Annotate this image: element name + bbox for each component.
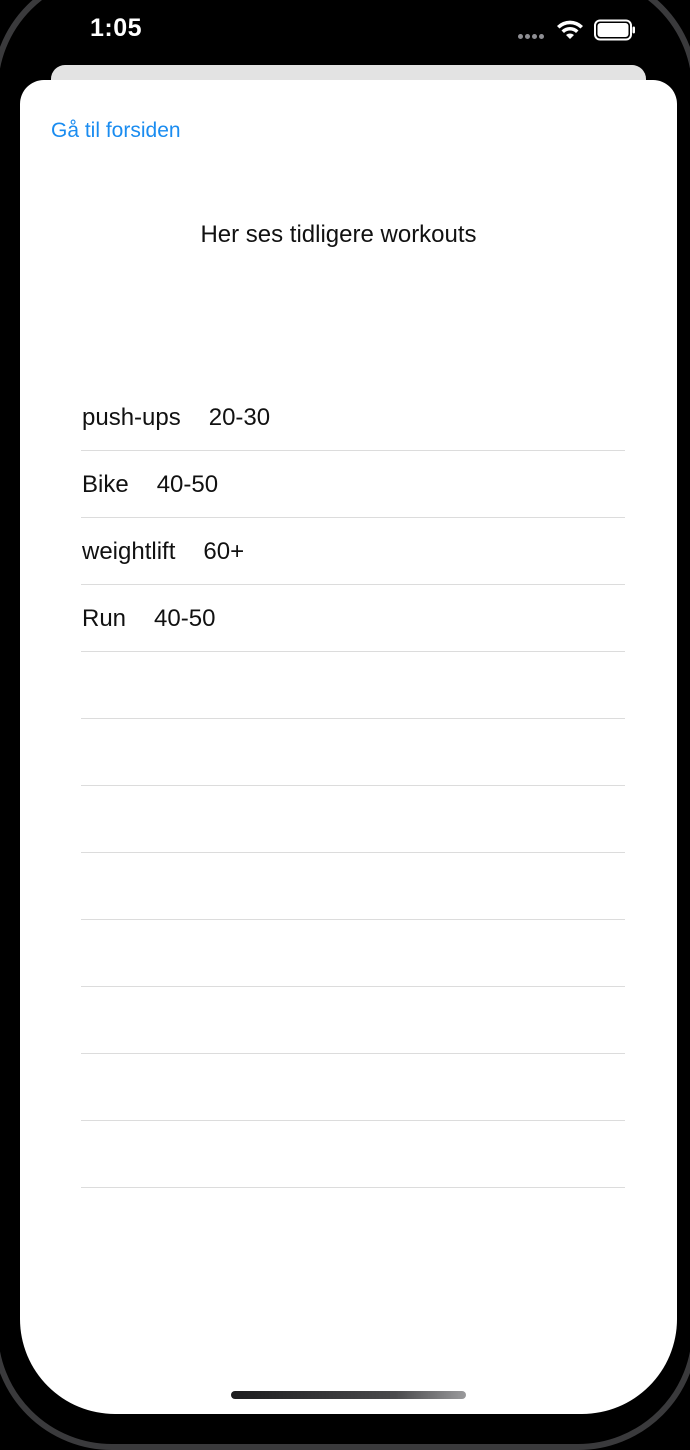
workout-range: 20-30 bbox=[208, 404, 271, 431]
status-time: 1:05 bbox=[90, 14, 143, 42]
workout-range: 40-50 bbox=[154, 605, 216, 632]
workout-row[interactable]: push-ups 20-30 bbox=[81, 384, 625, 451]
workout-row[interactable]: weightlift 60+ bbox=[81, 518, 625, 585]
wifi-icon bbox=[557, 20, 583, 39]
workout-name: Run bbox=[82, 605, 127, 632]
workout-row[interactable]: Bike 40-50 bbox=[81, 451, 625, 518]
workout-range: 40-50 bbox=[156, 471, 219, 498]
modal-sheet: Gå til forsiden Her ses tidligere workou… bbox=[20, 80, 677, 1414]
page-title: Her ses tidligere workouts bbox=[200, 221, 477, 248]
cellular-signal-icon bbox=[518, 34, 548, 40]
empty-row bbox=[81, 786, 625, 853]
empty-row bbox=[81, 652, 625, 719]
workout-row[interactable]: Run 40-50 bbox=[81, 585, 625, 652]
status-bar: 1:05 bbox=[0, 0, 690, 62]
workout-name: Bike bbox=[82, 471, 129, 498]
home-indicator[interactable] bbox=[231, 1391, 466, 1399]
empty-row bbox=[81, 853, 625, 920]
empty-row bbox=[81, 920, 625, 987]
empty-row bbox=[81, 1054, 625, 1121]
battery-icon bbox=[594, 19, 635, 41]
empty-row bbox=[81, 719, 625, 786]
device-screen: 1:05 Gå til forsiden Her ses tidligere w… bbox=[0, 0, 690, 1450]
empty-row bbox=[81, 1121, 625, 1188]
workout-name: push-ups bbox=[82, 404, 181, 431]
back-to-home-link[interactable]: Gå til forsiden bbox=[51, 119, 181, 143]
workout-range: 60+ bbox=[203, 538, 245, 565]
workout-name: weightlift bbox=[82, 538, 176, 565]
empty-row bbox=[81, 987, 625, 1054]
workout-list: push-ups 20-30 Bike 40-50 weightlift 60+ Ru… bbox=[81, 384, 625, 1188]
